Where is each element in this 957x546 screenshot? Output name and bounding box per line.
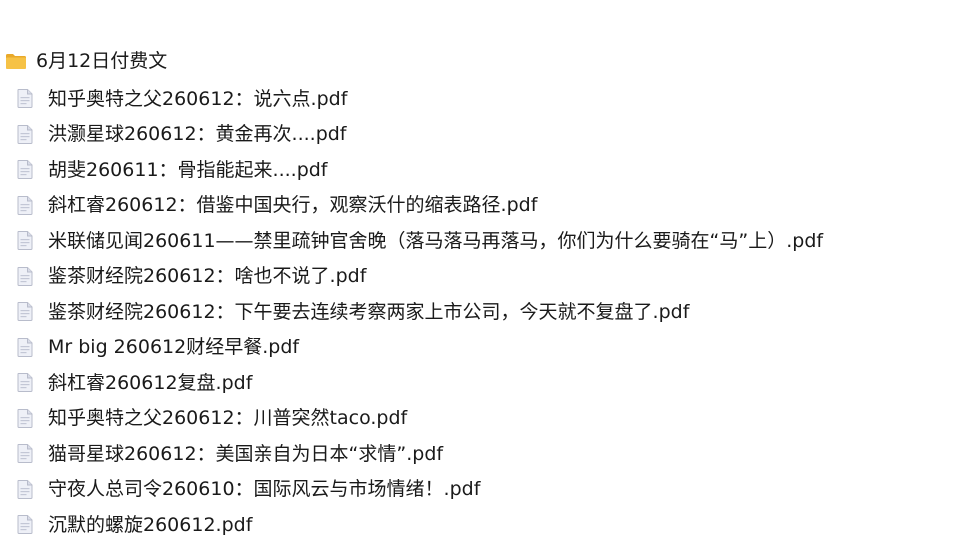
- file-item[interactable]: 知乎奥特之父260612：川普突然taco.pdf: [17, 401, 823, 437]
- file-name: 知乎奥特之父260612：说六点.pdf: [48, 87, 348, 110]
- pdf-file-icon: [17, 195, 33, 215]
- pdf-file-icon: [17, 160, 33, 180]
- pdf-file-icon: [17, 124, 33, 144]
- file-item[interactable]: 沉默的螺旋260612.pdf: [17, 507, 823, 543]
- file-name: 斜杠睿260612复盘.pdf: [48, 371, 253, 394]
- folder-row[interactable]: 6月12日付费文: [5, 46, 167, 76]
- file-item[interactable]: 胡斐260611：骨指能起来....pdf: [17, 152, 823, 188]
- file-tree: 6月12日付费文 知乎奥特之父260612：说六点.pdf 洪灏星球260612…: [0, 0, 957, 546]
- file-name: 守夜人总司令260610：国际风云与市场情绪！.pdf: [48, 478, 481, 501]
- pdf-file-icon: [17, 373, 33, 393]
- file-item[interactable]: 鉴茶财经院260612：下午要去连续考察两家上市公司，今天就不复盘了.pdf: [17, 294, 823, 330]
- file-item[interactable]: 猫哥星球260612：美国亲自为日本“求情”.pdf: [17, 436, 823, 472]
- file-name: 知乎奥特之父260612：川普突然taco.pdf: [48, 407, 408, 430]
- file-item[interactable]: 洪灏星球260612：黄金再次....pdf: [17, 117, 823, 153]
- pdf-file-icon: [17, 408, 33, 428]
- pdf-file-icon: [17, 479, 33, 499]
- pdf-file-icon: [17, 337, 33, 357]
- file-item[interactable]: 守夜人总司令260610：国际风云与市场情绪！.pdf: [17, 472, 823, 508]
- file-item[interactable]: 米联储见闻260611——禁里疏钟官舍晚（落马落马再落马，你们为什么要骑在“马”…: [17, 223, 823, 259]
- file-name: Mr big 260612财经早餐.pdf: [48, 336, 300, 359]
- file-name: 猫哥星球260612：美国亲自为日本“求情”.pdf: [48, 442, 444, 465]
- file-list: 知乎奥特之父260612：说六点.pdf 洪灏星球260612：黄金再次....…: [17, 81, 823, 543]
- file-name: 鉴茶财经院260612：下午要去连续考察两家上市公司，今天就不复盘了.pdf: [48, 300, 690, 323]
- file-name: 斜杠睿260612：借鉴中国央行，观察沃什的缩表路径.pdf: [48, 194, 538, 217]
- file-item[interactable]: 知乎奥特之父260612：说六点.pdf: [17, 81, 823, 117]
- pdf-file-icon: [17, 231, 33, 251]
- file-name: 鉴茶财经院260612：啥也不说了.pdf: [48, 265, 367, 288]
- file-name: 沉默的螺旋260612.pdf: [48, 513, 253, 536]
- file-item[interactable]: 斜杠睿260612：借鉴中国央行，观察沃什的缩表路径.pdf: [17, 188, 823, 224]
- file-item[interactable]: 鉴茶财经院260612：啥也不说了.pdf: [17, 259, 823, 295]
- pdf-file-icon: [17, 302, 33, 322]
- folder-icon: [6, 54, 26, 69]
- folder-name: 6月12日付费文: [36, 50, 168, 72]
- file-name: 洪灏星球260612：黄金再次....pdf: [48, 123, 347, 146]
- pdf-file-icon: [17, 89, 33, 109]
- file-name: 米联储见闻260611——禁里疏钟官舍晚（落马落马再落马，你们为什么要骑在“马”…: [48, 229, 824, 252]
- pdf-file-icon: [17, 444, 33, 464]
- pdf-file-icon: [17, 266, 33, 286]
- file-name: 胡斐260611：骨指能起来....pdf: [48, 158, 328, 181]
- file-item[interactable]: 斜杠睿260612复盘.pdf: [17, 365, 823, 401]
- pdf-file-icon: [17, 515, 33, 535]
- file-item[interactable]: Mr big 260612财经早餐.pdf: [17, 330, 823, 366]
